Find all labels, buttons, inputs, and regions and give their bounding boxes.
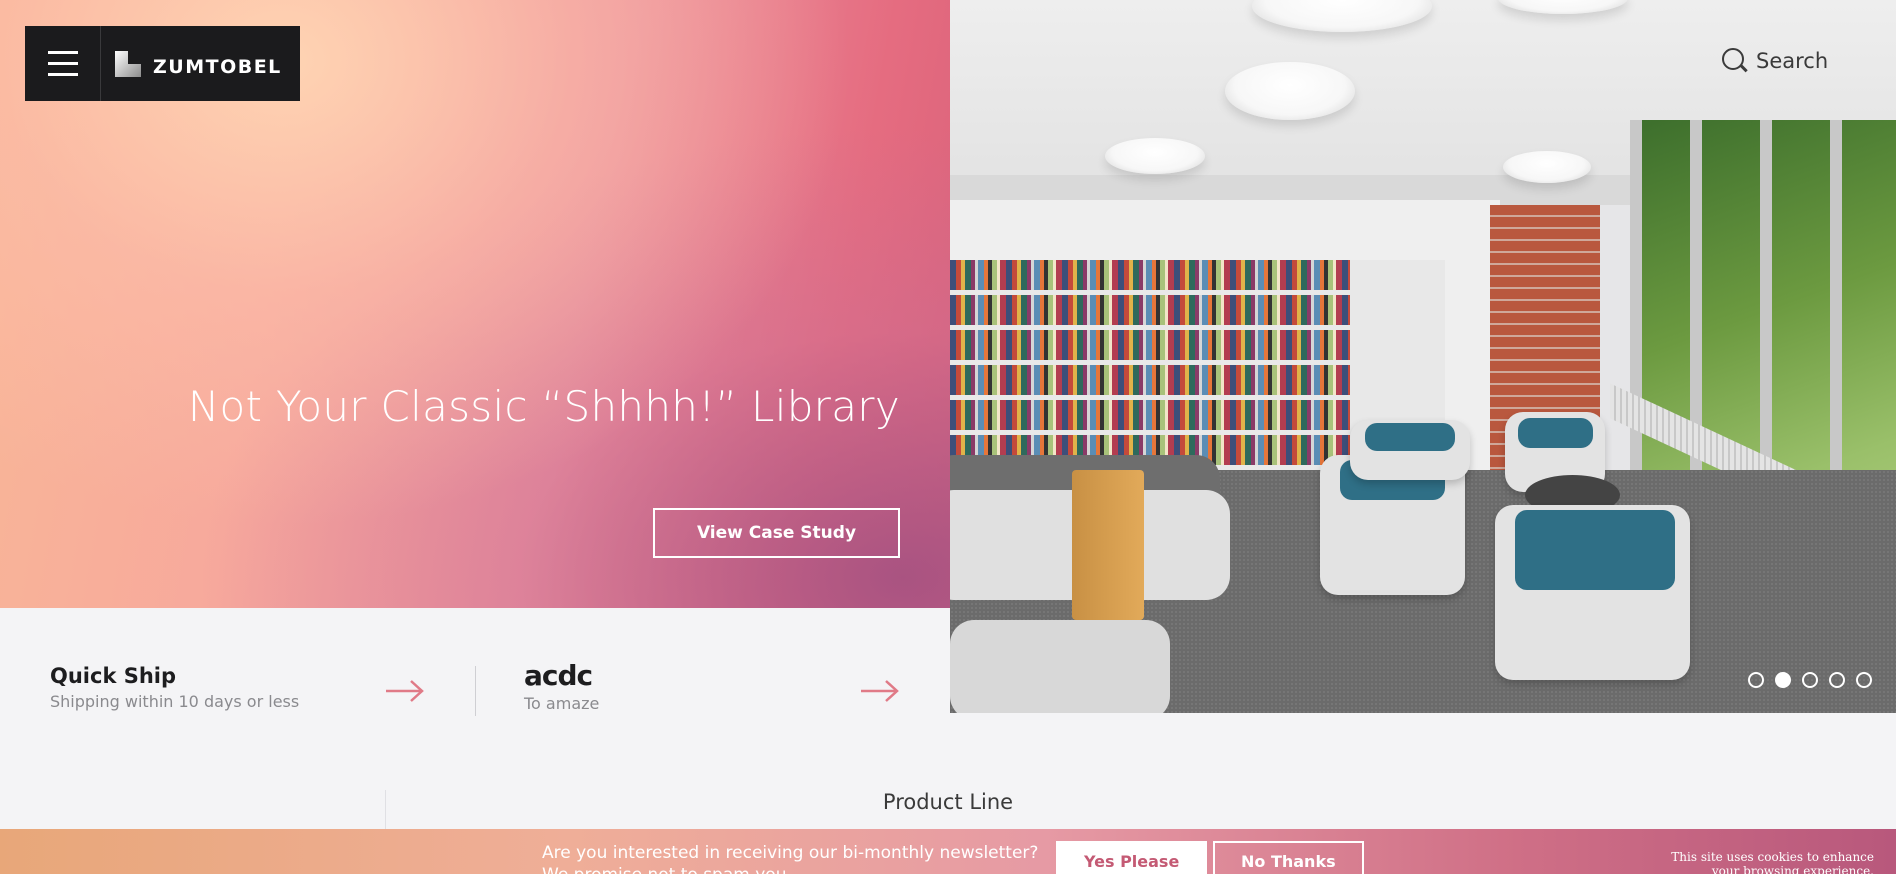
carousel-dot-5[interactable] xyxy=(1856,672,1872,688)
carousel-dot-4[interactable] xyxy=(1829,672,1845,688)
newsletter-no-button[interactable]: No Thanks xyxy=(1213,841,1364,874)
acdc-arrow-icon[interactable] xyxy=(860,679,900,703)
carousel-pagination xyxy=(1748,672,1872,688)
quick-ship-title: Quick Ship xyxy=(50,664,177,688)
brand-bar: ZUMTOBEL xyxy=(25,26,300,101)
cookie-notice: This site uses cookies to enhance your b… xyxy=(1671,850,1874,874)
page: Not Your Classic “Shhhh!” Library View C… xyxy=(0,0,1896,874)
newsletter-text: Are you interested in receiving our bi-m… xyxy=(542,842,1062,874)
acdc-link[interactable]: acdc To amaze xyxy=(524,659,600,714)
hamburger-menu-icon[interactable] xyxy=(25,26,101,101)
quick-links: Quick Ship Shipping within 10 days or le… xyxy=(0,608,950,716)
newsletter-question: Are you interested in receiving our bi-m… xyxy=(542,843,1039,863)
carousel-dot-2[interactable] xyxy=(1775,672,1791,688)
quick-links-divider xyxy=(475,666,476,716)
search-icon xyxy=(1722,48,1748,74)
hero-title: Not Your Classic “Shhhh!” Library xyxy=(187,382,900,431)
newsletter-promise: We promise not to spam you. xyxy=(542,864,1062,874)
carousel-dot-1[interactable] xyxy=(1748,672,1764,688)
zumtobel-logo-icon xyxy=(115,50,141,77)
quick-ship-subtitle: Shipping within 10 days or less xyxy=(50,692,300,711)
quick-ship-arrow-icon[interactable] xyxy=(385,679,425,703)
view-case-study-button[interactable]: View Case Study xyxy=(653,508,900,558)
brand-name: ZUMTOBEL xyxy=(153,55,282,78)
quick-ship-link[interactable]: Quick Ship Shipping within 10 days or le… xyxy=(50,664,299,711)
acdc-logo: acdc xyxy=(524,659,593,692)
acdc-subtitle: To amaze xyxy=(524,694,600,713)
product-line-heading: Product Line xyxy=(882,790,1014,814)
carousel-dot-3[interactable] xyxy=(1802,672,1818,688)
brand-logo[interactable]: ZUMTOBEL xyxy=(101,26,282,101)
newsletter-banner: Are you interested in receiving our bi-m… xyxy=(0,829,1896,874)
newsletter-yes-button[interactable]: Yes Please xyxy=(1056,841,1208,874)
search-label: Search xyxy=(1756,49,1829,73)
hero-image xyxy=(950,0,1896,713)
search-button[interactable]: Search xyxy=(1722,48,1828,74)
